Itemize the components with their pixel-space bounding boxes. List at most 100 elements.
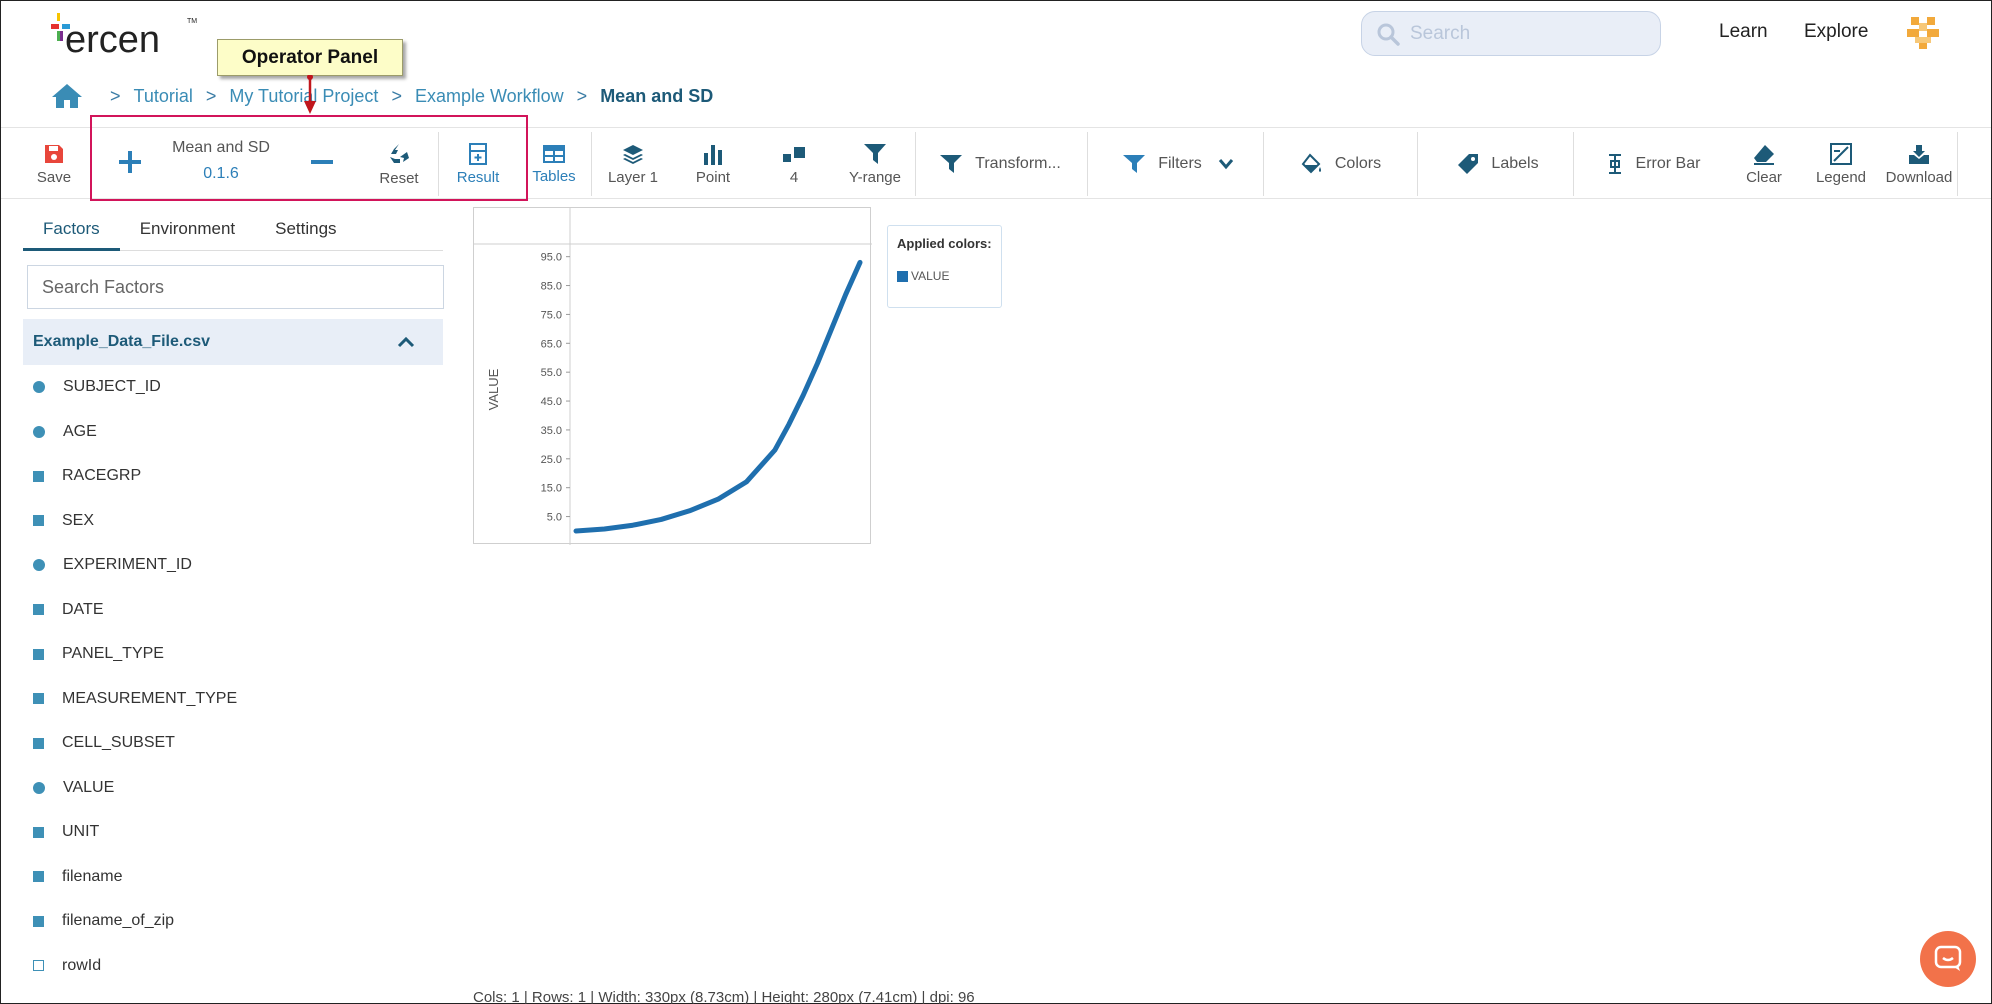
categorical-factor-icon	[33, 604, 44, 616]
factor-label: UNIT	[62, 823, 100, 841]
y-tick-label: 25.0	[541, 454, 562, 466]
y-range-button[interactable]: Y-range	[849, 128, 901, 200]
clear-button[interactable]: Clear	[1741, 128, 1787, 200]
breadcrumb-separator: >	[205, 85, 217, 106]
size-button[interactable]: 4	[777, 128, 811, 200]
chevron-up-icon[interactable]	[397, 336, 415, 348]
save-button[interactable]: Save	[31, 128, 77, 200]
factor-item[interactable]: SUBJECT_ID	[23, 365, 443, 410]
chat-launcher-button[interactable]	[1920, 931, 1976, 987]
layer-label: Layer 1	[607, 168, 659, 186]
row-id-icon	[33, 960, 44, 972]
factor-label: filename_of_zip	[62, 912, 175, 930]
factor-item[interactable]: AGE	[23, 410, 443, 455]
factor-item[interactable]: rowId	[23, 944, 443, 989]
factor-item[interactable]: VALUE	[23, 766, 443, 811]
breadcrumb-separator: >	[576, 85, 588, 106]
categorical-factor-icon	[33, 915, 44, 927]
paint-bucket-icon	[1301, 153, 1321, 174]
color-legend: Applied colors: VALUE	[887, 225, 1002, 308]
transform-label: Transform...	[975, 155, 1061, 172]
factor-search[interactable]	[27, 265, 444, 309]
numeric-factor-icon	[33, 425, 45, 438]
factor-item[interactable]: EXPERIMENT_ID	[23, 543, 443, 588]
tables-button[interactable]: Tables	[529, 128, 579, 200]
series-line	[573, 259, 863, 534]
numeric-factor-icon	[33, 559, 45, 572]
y-tick-label: 35.0	[541, 425, 562, 437]
logo-text: ercen	[65, 19, 160, 59]
factor-search-input[interactable]	[42, 276, 422, 298]
point-label: Point	[695, 168, 731, 186]
tab-settings[interactable]: Settings	[255, 213, 356, 251]
filters-button[interactable]: Filters	[1119, 128, 1237, 200]
layers-icon	[623, 144, 643, 164]
tercen-logo[interactable]: ercen TM	[51, 13, 201, 59]
factor-item[interactable]: SEX	[23, 499, 443, 544]
size-label: 4	[789, 168, 799, 186]
labels-button[interactable]: Labels	[1457, 128, 1539, 200]
layer-button[interactable]: Layer 1	[607, 128, 659, 200]
download-button[interactable]: Download	[1885, 128, 1953, 200]
global-search[interactable]	[1361, 11, 1661, 56]
breadcrumb-current-step: Mean and SD	[600, 85, 714, 106]
factor-label: DATE	[62, 600, 104, 618]
filters-icon	[1123, 155, 1146, 173]
categorical-factor-icon	[33, 470, 44, 482]
explore-link[interactable]: Explore	[1804, 21, 1868, 43]
chart-panel[interactable]: 5.0 15.0 25.0 35.0 45.0 55.0 65.0 75.0 85.0 95.0 V…	[473, 207, 872, 545]
factor-label: RACEGRP	[62, 467, 142, 485]
filters-label: Filters	[1158, 155, 1202, 172]
learn-link[interactable]: Learn	[1719, 21, 1768, 43]
search-input[interactable]	[1410, 22, 1650, 45]
legend-title: Applied colors:	[897, 236, 992, 251]
factor-label: VALUE	[63, 778, 115, 796]
table-icon	[543, 144, 565, 163]
factor-item[interactable]: filename	[23, 855, 443, 900]
factor-item[interactable]: PANEL_TYPE	[23, 632, 443, 677]
logo-trademark: TM	[187, 18, 197, 25]
divider	[1263, 132, 1264, 196]
factor-item[interactable]: UNIT	[23, 810, 443, 855]
factor-label: CELL_SUBSET	[62, 734, 175, 752]
download-icon	[1909, 144, 1929, 164]
clear-label: Clear	[1746, 168, 1782, 186]
divider	[1573, 132, 1574, 196]
user-avatar-icon[interactable]	[1907, 17, 1939, 49]
transform-button[interactable]: Transform...	[935, 128, 1065, 200]
dataset-header[interactable]: Example_Data_File.csv	[23, 319, 443, 365]
y-tick-label: 45.0	[541, 396, 562, 408]
factor-label: AGE	[63, 422, 97, 440]
factor-item[interactable]: filename_of_zip	[23, 899, 443, 944]
home-icon[interactable]	[51, 83, 83, 109]
factor-item[interactable]: MEASUREMENT_TYPE	[23, 677, 443, 722]
breadcrumb-workflow[interactable]: Example Workflow	[415, 86, 564, 107]
factor-item[interactable]: RACEGRP	[23, 454, 443, 499]
search-icon	[1377, 23, 1400, 46]
y-tick-label: 95.0	[541, 252, 562, 264]
colors-button[interactable]: Colors	[1299, 128, 1383, 200]
numeric-factor-icon	[33, 781, 45, 794]
y-tick-label: 65.0	[541, 338, 562, 350]
point-button[interactable]: Point	[693, 128, 733, 200]
eraser-icon	[1754, 144, 1774, 165]
labels-label: Labels	[1491, 155, 1539, 172]
factor-label: rowId	[62, 956, 102, 974]
factor-item[interactable]: CELL_SUBSET	[23, 721, 443, 766]
legend-swatch	[897, 270, 908, 282]
error-bar-icon	[1608, 154, 1621, 174]
factor-item[interactable]: DATE	[23, 588, 443, 633]
tab-factors[interactable]: Factors	[23, 213, 120, 251]
divider	[591, 132, 592, 196]
legend-button[interactable]: Legend	[1815, 128, 1867, 200]
factor-label: MEASUREMENT_TYPE	[62, 689, 238, 707]
numeric-factor-icon	[33, 381, 45, 394]
factor-label: filename	[62, 867, 123, 885]
error-bar-label: Error Bar	[1635, 155, 1701, 172]
breadcrumb-tutorial[interactable]: Tutorial	[134, 86, 193, 107]
tab-environment[interactable]: Environment	[120, 213, 255, 251]
y-tick-label: 85.0	[541, 281, 562, 293]
left-panel-tabs: Factors Environment Settings	[23, 213, 443, 251]
factor-list: SUBJECT_ID AGE RACEGRP SEX EXPERIMENT_ID DATE…	[23, 365, 443, 988]
error-bar-button[interactable]: Error Bar	[1603, 128, 1703, 200]
